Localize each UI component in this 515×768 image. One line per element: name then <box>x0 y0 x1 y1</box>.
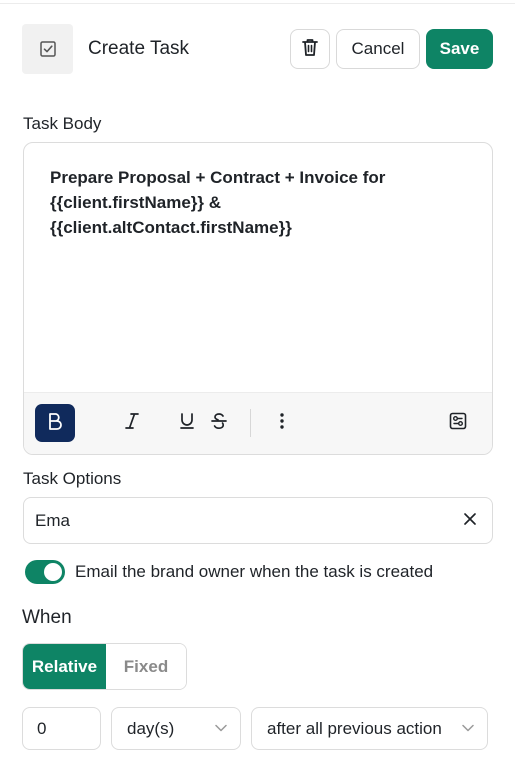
trash-icon <box>301 37 319 62</box>
task-body-line: {{client.firstName}} & <box>50 193 222 212</box>
cancel-button[interactable]: Cancel <box>336 29 420 69</box>
when-mode-switch: Relative Fixed <box>22 643 187 690</box>
dialog-header: Create Task Cancel Save <box>22 24 493 74</box>
notify-toggle-label: Email the brand owner when the task is c… <box>75 562 434 581</box>
delete-button[interactable] <box>290 29 330 69</box>
task-options-input[interactable] <box>35 510 435 531</box>
when-label: When <box>22 607 72 628</box>
variables-icon <box>449 412 467 435</box>
task-body-editor[interactable]: Prepare Proposal + Contract + Invoice fo… <box>23 142 493 455</box>
toggle-knob <box>44 563 62 581</box>
strikethrough-button[interactable] <box>199 404 239 442</box>
task-options-field[interactable] <box>23 497 493 544</box>
mode-fixed-button[interactable]: Fixed <box>106 644 186 689</box>
anchor-select-value: after all previous action <box>267 718 442 738</box>
task-body-line: {{client.altContact.firstName}} <box>50 218 292 237</box>
underline-icon <box>179 412 195 435</box>
task-body-line: Prepare Proposal + Contract + Invoice fo… <box>50 168 386 187</box>
task-options-label: Task Options <box>23 469 122 488</box>
italic-button[interactable] <box>112 404 152 442</box>
header-actions: Cancel Save <box>290 29 493 69</box>
insert-variable-button[interactable] <box>438 404 478 442</box>
chevron-down-icon <box>214 721 228 735</box>
anchor-select[interactable]: after all previous action <box>251 707 488 750</box>
notify-toggle-row: Email the brand owner when the task is c… <box>25 559 433 585</box>
clear-input-button[interactable] <box>460 511 480 531</box>
italic-icon <box>124 412 140 435</box>
toolbar-divider <box>250 409 251 437</box>
task-body-label: Task Body <box>23 114 102 133</box>
more-options-button[interactable] <box>262 404 302 442</box>
page-title: Create Task <box>88 38 190 59</box>
task-body-content[interactable]: Prepare Proposal + Contract + Invoice fo… <box>50 165 450 240</box>
chevron-down-icon <box>461 721 475 735</box>
unit-select-value: day(s) <box>127 718 175 738</box>
more-vertical-icon <box>279 412 285 435</box>
bold-button[interactable] <box>35 404 75 442</box>
bold-icon <box>47 412 63 435</box>
save-button[interactable]: Save <box>426 29 493 69</box>
amount-input[interactable]: 0 <box>22 707 101 750</box>
editor-toolbar <box>24 392 492 454</box>
strikethrough-icon <box>210 412 228 435</box>
mode-relative-button[interactable]: Relative <box>23 644 106 689</box>
checkbox-task-icon <box>22 24 73 74</box>
top-divider <box>0 3 515 4</box>
unit-select[interactable]: day(s) <box>111 707 241 750</box>
notify-toggle[interactable] <box>25 560 65 584</box>
close-icon <box>463 512 477 531</box>
